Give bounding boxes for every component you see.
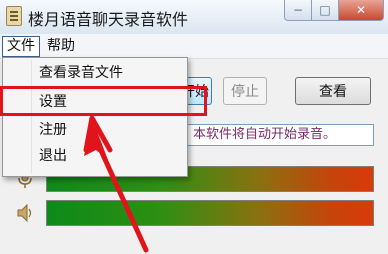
- menu-item-exit[interactable]: 退出: [39, 145, 179, 167]
- menu-item-view-recordings[interactable]: 查看录音文件: [39, 62, 179, 84]
- app-icon: [6, 6, 22, 26]
- status-message: 本软件将自动开始录音。: [178, 124, 374, 146]
- menu-help[interactable]: 帮助: [42, 36, 80, 57]
- app-window: 楼月语音聊天录音软件 − □ ✕ 文件 帮助 开始 停止 查看 本软件将自动开始…: [0, 0, 388, 254]
- menu-bar: 文件 帮助: [0, 34, 388, 59]
- window-title: 楼月语音聊天录音软件: [28, 10, 189, 29]
- menu-file[interactable]: 文件: [2, 36, 40, 57]
- speaker-level-bar: [46, 200, 374, 226]
- close-button[interactable]: ✕: [339, 0, 384, 21]
- annotation-highlight-box: [0, 86, 207, 116]
- view-button[interactable]: 查看: [295, 77, 371, 105]
- maximize-button[interactable]: □: [312, 0, 339, 21]
- speaker-icon: [17, 203, 32, 223]
- file-menu-dropdown: 查看录音文件 设置 注册 退出: [2, 57, 188, 177]
- minimize-button[interactable]: −: [284, 0, 312, 21]
- window-controls: − □ ✕: [284, 0, 384, 22]
- title-bar[interactable]: 楼月语音聊天录音软件 − □ ✕: [0, 0, 388, 35]
- menu-gutter: [31, 60, 32, 174]
- stop-button[interactable]: 停止: [223, 77, 267, 105]
- menu-item-register[interactable]: 注册: [39, 119, 179, 141]
